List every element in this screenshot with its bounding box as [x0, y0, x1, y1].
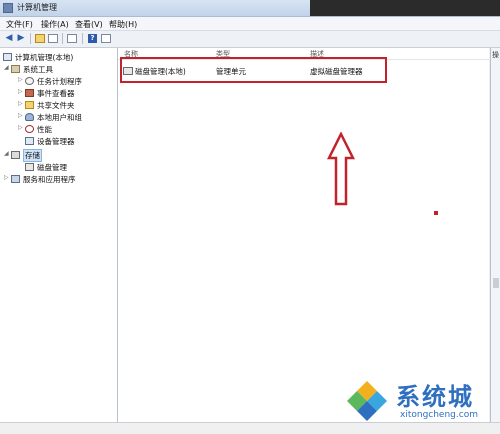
- menu-view[interactable]: 查看(V): [75, 19, 103, 30]
- toolbar: ◀ ▶ ?: [0, 31, 500, 48]
- clock-icon: [25, 77, 34, 85]
- tree-item-label: 设备管理器: [37, 137, 75, 146]
- expand-arrow-icon[interactable]: ◢: [4, 150, 10, 157]
- tree-item-label: 计算机管理(本地): [15, 53, 74, 62]
- tree-item-label: 事件查看器: [37, 89, 75, 98]
- actions-pane: 操: [490, 48, 500, 422]
- menu-action[interactable]: 操作(A): [41, 19, 69, 30]
- computer-management-window: 计算机管理 文件(F) 操作(A) 查看(V) 帮助(H) ◀ ▶ ? 计算机管…: [0, 0, 500, 434]
- show-hide-tree-icon[interactable]: [48, 34, 58, 43]
- pointer-arrow-icon: [327, 132, 355, 206]
- menu-bar: 文件(F) 操作(A) 查看(V) 帮助(H): [0, 17, 500, 31]
- performance-icon: [25, 125, 34, 133]
- users-icon: [25, 113, 34, 121]
- content-list-pane: 名称 类型 描述 磁盘管理(本地) 管理单元 虚拟磁盘管理器: [118, 48, 489, 422]
- menu-help[interactable]: 帮助(H): [109, 19, 137, 30]
- navigation-tree: 计算机管理(本地) ◢ 系统工具 ▷ 任务计划程序 ▷ 事件查看器 ▷ 共享文件…: [0, 48, 118, 422]
- watermark: 系统城 xitongcheng.com: [342, 374, 500, 433]
- disk-icon: [25, 163, 34, 171]
- computer-icon: [3, 53, 12, 61]
- watermark-url: xitongcheng.com: [400, 410, 478, 420]
- xitongcheng-logo-icon: [347, 381, 387, 421]
- toolbar-separator: [82, 33, 83, 44]
- storage-icon: [11, 151, 20, 159]
- forward-arrow-icon[interactable]: ▶: [15, 33, 27, 44]
- event-viewer-icon: [25, 89, 34, 97]
- collapse-arrow-icon[interactable]: ▷: [18, 88, 24, 95]
- back-arrow-icon[interactable]: ◀: [3, 33, 15, 44]
- collapse-arrow-icon[interactable]: ▷: [18, 76, 24, 83]
- toolbar-separator: [62, 33, 63, 44]
- device-manager-icon: [25, 137, 34, 145]
- tree-item-label: 磁盘管理: [37, 163, 67, 172]
- tree-item-label: 共享文件夹: [37, 101, 75, 110]
- tree-item-label: 存储: [23, 149, 42, 162]
- red-dot-mark: [434, 211, 438, 215]
- properties-icon[interactable]: [101, 34, 111, 43]
- tools-icon: [11, 65, 20, 73]
- expand-arrow-icon[interactable]: ◢: [4, 64, 10, 71]
- actions-pane-label: 操: [492, 51, 499, 59]
- window-controls[interactable]: [310, 0, 500, 16]
- collapse-arrow-icon[interactable]: ▷: [18, 124, 24, 131]
- menu-file[interactable]: 文件(F): [6, 19, 33, 30]
- window-title: 计算机管理: [17, 3, 57, 12]
- tree-item-label: 系统工具: [23, 65, 53, 74]
- shared-folder-icon: [25, 101, 34, 109]
- collapse-arrow-icon[interactable]: ▷: [18, 100, 24, 107]
- collapse-arrow-icon[interactable]: ▷: [18, 112, 24, 119]
- highlight-box: [120, 57, 387, 83]
- title-bar: 计算机管理: [0, 0, 500, 17]
- tree-item-label: 任务计划程序: [37, 77, 82, 86]
- export-list-icon[interactable]: [67, 34, 77, 43]
- watermark-brand: 系统城: [396, 383, 474, 411]
- up-folder-icon[interactable]: [35, 34, 45, 43]
- actions-scrollbar[interactable]: [493, 278, 499, 288]
- help-icon[interactable]: ?: [88, 34, 97, 43]
- collapse-arrow-icon[interactable]: ▷: [4, 174, 10, 181]
- toolbar-separator: [30, 33, 31, 44]
- computer-management-icon: [3, 3, 13, 13]
- tree-item-label: 服务和应用程序: [23, 175, 76, 184]
- tree-item-label: 本地用户和组: [37, 113, 82, 122]
- services-icon: [11, 175, 20, 183]
- tree-item-label: 性能: [37, 125, 52, 134]
